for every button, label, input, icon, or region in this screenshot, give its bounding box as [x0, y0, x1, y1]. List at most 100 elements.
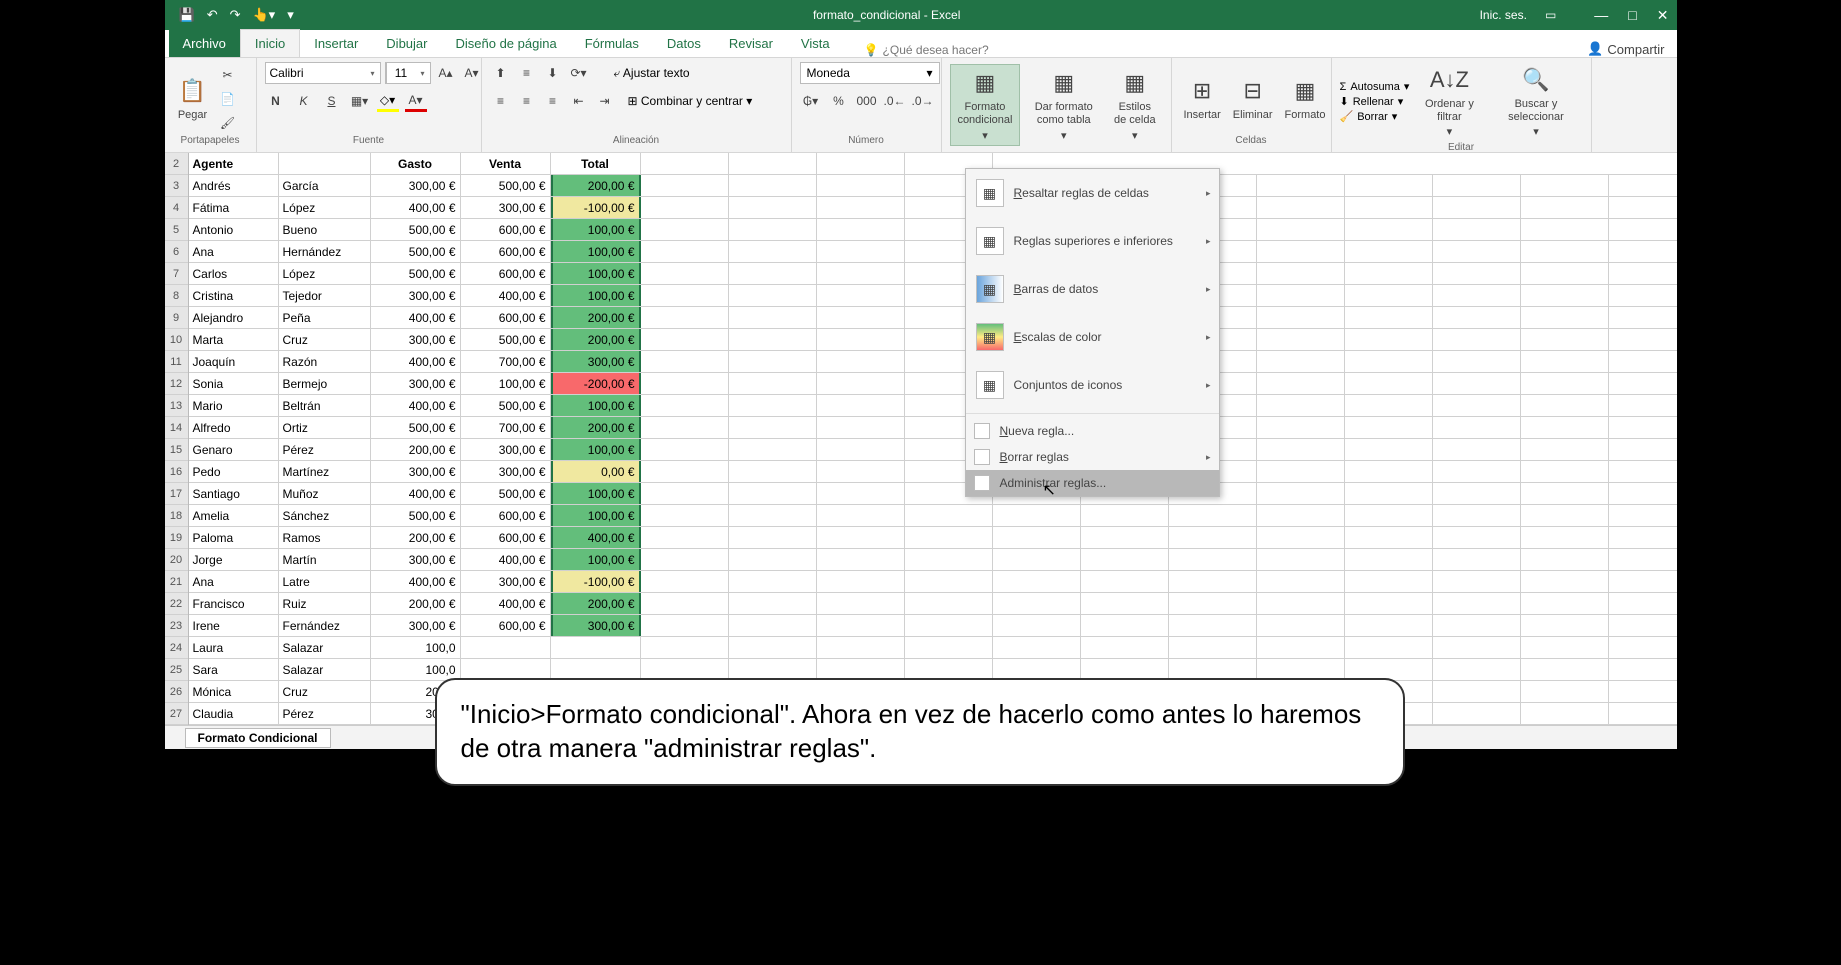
tab-formulas[interactable]: Fórmulas	[571, 30, 653, 57]
table-row[interactable]: LauraSalazar100,0	[189, 637, 1677, 659]
find-select-button[interactable]: 🔍Buscar y seleccionar▾	[1489, 62, 1582, 142]
share-button[interactable]: 👤 Compartir	[1587, 41, 1664, 57]
row-header[interactable]: 22	[165, 593, 188, 615]
underline-button[interactable]: S	[321, 90, 343, 112]
decrease-indent-icon[interactable]: ⇤	[568, 90, 590, 112]
menu-clear-rules[interactable]: Borrar reglas▸	[966, 444, 1219, 470]
close-icon[interactable]: ✕	[1657, 7, 1669, 24]
format-painter-icon[interactable]: 🖌	[217, 112, 239, 134]
align-left-icon[interactable]: ≡	[490, 90, 512, 112]
row-header[interactable]: 8	[165, 285, 188, 307]
touch-mode-icon[interactable]: 👆▾	[253, 7, 276, 23]
row-header[interactable]: 26	[165, 681, 188, 703]
tab-datos[interactable]: Datos	[653, 30, 715, 57]
display-options-icon[interactable]: ▭	[1545, 8, 1556, 22]
row-header[interactable]: 12	[165, 373, 188, 395]
menu-color-scales[interactable]: ▦Escalas de color▸	[966, 313, 1219, 361]
table-row[interactable]: JorgeMartín300,00 €400,00 €100,00 €	[189, 549, 1677, 571]
row-header[interactable]: 18	[165, 505, 188, 527]
column-header-total[interactable]: Total	[551, 153, 641, 174]
tab-vista[interactable]: Vista	[787, 30, 844, 57]
row-header[interactable]: 27	[165, 703, 188, 725]
redo-icon[interactable]: ↷	[230, 7, 241, 23]
row-header[interactable]: 15	[165, 439, 188, 461]
tab-insertar[interactable]: Insertar	[300, 30, 372, 57]
row-header[interactable]: 6	[165, 241, 188, 263]
menu-icon-sets[interactable]: ▦Conjuntos de iconos▸	[966, 361, 1219, 409]
table-row[interactable]: FátimaLópez400,00 €300,00 €-100,00 €	[189, 197, 1677, 219]
grow-font-icon[interactable]: A▴	[435, 62, 457, 84]
table-row[interactable]: AnaLatre400,00 €300,00 €-100,00 €	[189, 571, 1677, 593]
signin-button[interactable]: Inic. ses.	[1480, 8, 1527, 22]
table-row[interactable]: CristinaTejedor300,00 €400,00 €100,00 €	[189, 285, 1677, 307]
save-icon[interactable]: 💾	[179, 7, 195, 23]
align-top-icon[interactable]: ⬆	[490, 62, 512, 84]
font-size-select[interactable]: 11▾	[385, 62, 431, 84]
row-header[interactable]: 13	[165, 395, 188, 417]
table-row[interactable]: AlejandroPeña400,00 €600,00 €200,00 €	[189, 307, 1677, 329]
tell-me-input[interactable]: 💡 ¿Qué desea hacer?	[864, 43, 989, 57]
conditional-format-button[interactable]: ▦Formato condicional▾	[950, 64, 1021, 146]
fill-color-button[interactable]: ◇▾	[377, 90, 399, 112]
table-row[interactable]: SoniaBermejo300,00 €100,00 €-200,00 €	[189, 373, 1677, 395]
table-row[interactable]: MartaCruz300,00 €500,00 €200,00 €	[189, 329, 1677, 351]
cell-styles-button[interactable]: ▦Estilos de celda▾	[1107, 65, 1162, 145]
menu-new-rule[interactable]: Nueva regla...	[966, 418, 1219, 444]
paste-button[interactable]: 📋Pegar	[173, 73, 213, 124]
shrink-font-icon[interactable]: A▾	[461, 62, 483, 84]
tab-revisar[interactable]: Revisar	[715, 30, 787, 57]
table-row[interactable]: MarioBeltrán400,00 €500,00 €100,00 €	[189, 395, 1677, 417]
insert-cells-button[interactable]: ⊞Insertar	[1180, 73, 1225, 124]
sort-filter-button[interactable]: A↓ZOrdenar y filtrar▾	[1413, 62, 1485, 142]
cut-icon[interactable]: ✂	[217, 64, 239, 86]
row-header[interactable]: 10	[165, 329, 188, 351]
row-header[interactable]: 4	[165, 197, 188, 219]
currency-icon[interactable]: ₲▾	[800, 90, 822, 112]
tab-inicio[interactable]: Inicio	[240, 29, 300, 57]
table-row[interactable]: AnaHernández500,00 €600,00 €100,00 €	[189, 241, 1677, 263]
format-as-table-button[interactable]: ▦Dar formato como tabla▾	[1024, 65, 1103, 145]
autosum-button[interactable]: Σ Autosuma ▾	[1340, 80, 1410, 93]
undo-icon[interactable]: ↶	[207, 7, 218, 23]
font-color-button[interactable]: A▾	[405, 90, 427, 112]
menu-data-bars[interactable]: ▦Barras de datos▸	[966, 265, 1219, 313]
align-middle-icon[interactable]: ≡	[516, 62, 538, 84]
tab-diseno[interactable]: Diseño de página	[441, 30, 570, 57]
minimize-icon[interactable]: —	[1594, 7, 1608, 24]
sheet-tab-active[interactable]: Formato Condicional	[185, 728, 331, 748]
orientation-icon[interactable]: ⟳▾	[568, 62, 590, 84]
row-header[interactable]: 25	[165, 659, 188, 681]
row-header[interactable]: 19	[165, 527, 188, 549]
row-header[interactable]: 11	[165, 351, 188, 373]
percent-icon[interactable]: %	[828, 90, 850, 112]
table-row[interactable]: CarlosLópez500,00 €600,00 €100,00 €	[189, 263, 1677, 285]
row-header[interactable]: 23	[165, 615, 188, 637]
row-header[interactable]: 7	[165, 263, 188, 285]
thousands-icon[interactable]: 000	[856, 90, 878, 112]
decrease-decimal-icon[interactable]: .0→	[912, 90, 934, 112]
align-bottom-icon[interactable]: ⬇	[542, 62, 564, 84]
increase-indent-icon[interactable]: ⇥	[594, 90, 616, 112]
table-row[interactable]: AmeliaSánchez500,00 €600,00 €100,00 €	[189, 505, 1677, 527]
increase-decimal-icon[interactable]: .0←	[884, 90, 906, 112]
spreadsheet-grid[interactable]: 2 34567891011121314151617181920212223242…	[165, 153, 1677, 725]
column-header-venta[interactable]: Venta	[461, 153, 551, 174]
maximize-icon[interactable]: □	[1628, 7, 1636, 24]
table-row[interactable]: PedoMartínez300,00 €300,00 €0,00 €	[189, 461, 1677, 483]
wrap-text-button[interactable]: ⤶ Ajustar texto	[614, 66, 690, 81]
align-center-icon[interactable]: ≡	[516, 90, 538, 112]
row-header[interactable]: 3	[165, 175, 188, 197]
row-header[interactable]: 21	[165, 571, 188, 593]
column-header-gasto[interactable]: Gasto	[371, 153, 461, 174]
fill-button[interactable]: ⬇ Rellenar ▾	[1340, 95, 1410, 108]
table-row[interactable]: GenaroPérez200,00 €300,00 €100,00 €	[189, 439, 1677, 461]
tab-dibujar[interactable]: Dibujar	[372, 30, 441, 57]
menu-top-bottom-rules[interactable]: ▦Reglas superiores e inferiores▸	[966, 217, 1219, 265]
clear-button[interactable]: 🧹 Borrar ▾	[1340, 110, 1410, 123]
table-row[interactable]: AlfredoOrtiz500,00 €700,00 €200,00 €	[189, 417, 1677, 439]
number-format-select[interactable]: Moneda▾	[800, 62, 940, 84]
table-row[interactable]: FranciscoRuiz200,00 €400,00 €200,00 €	[189, 593, 1677, 615]
table-row[interactable]: PalomaRamos200,00 €600,00 €400,00 €	[189, 527, 1677, 549]
row-header[interactable]: 14	[165, 417, 188, 439]
font-name-select[interactable]: Calibri▾	[265, 62, 381, 84]
